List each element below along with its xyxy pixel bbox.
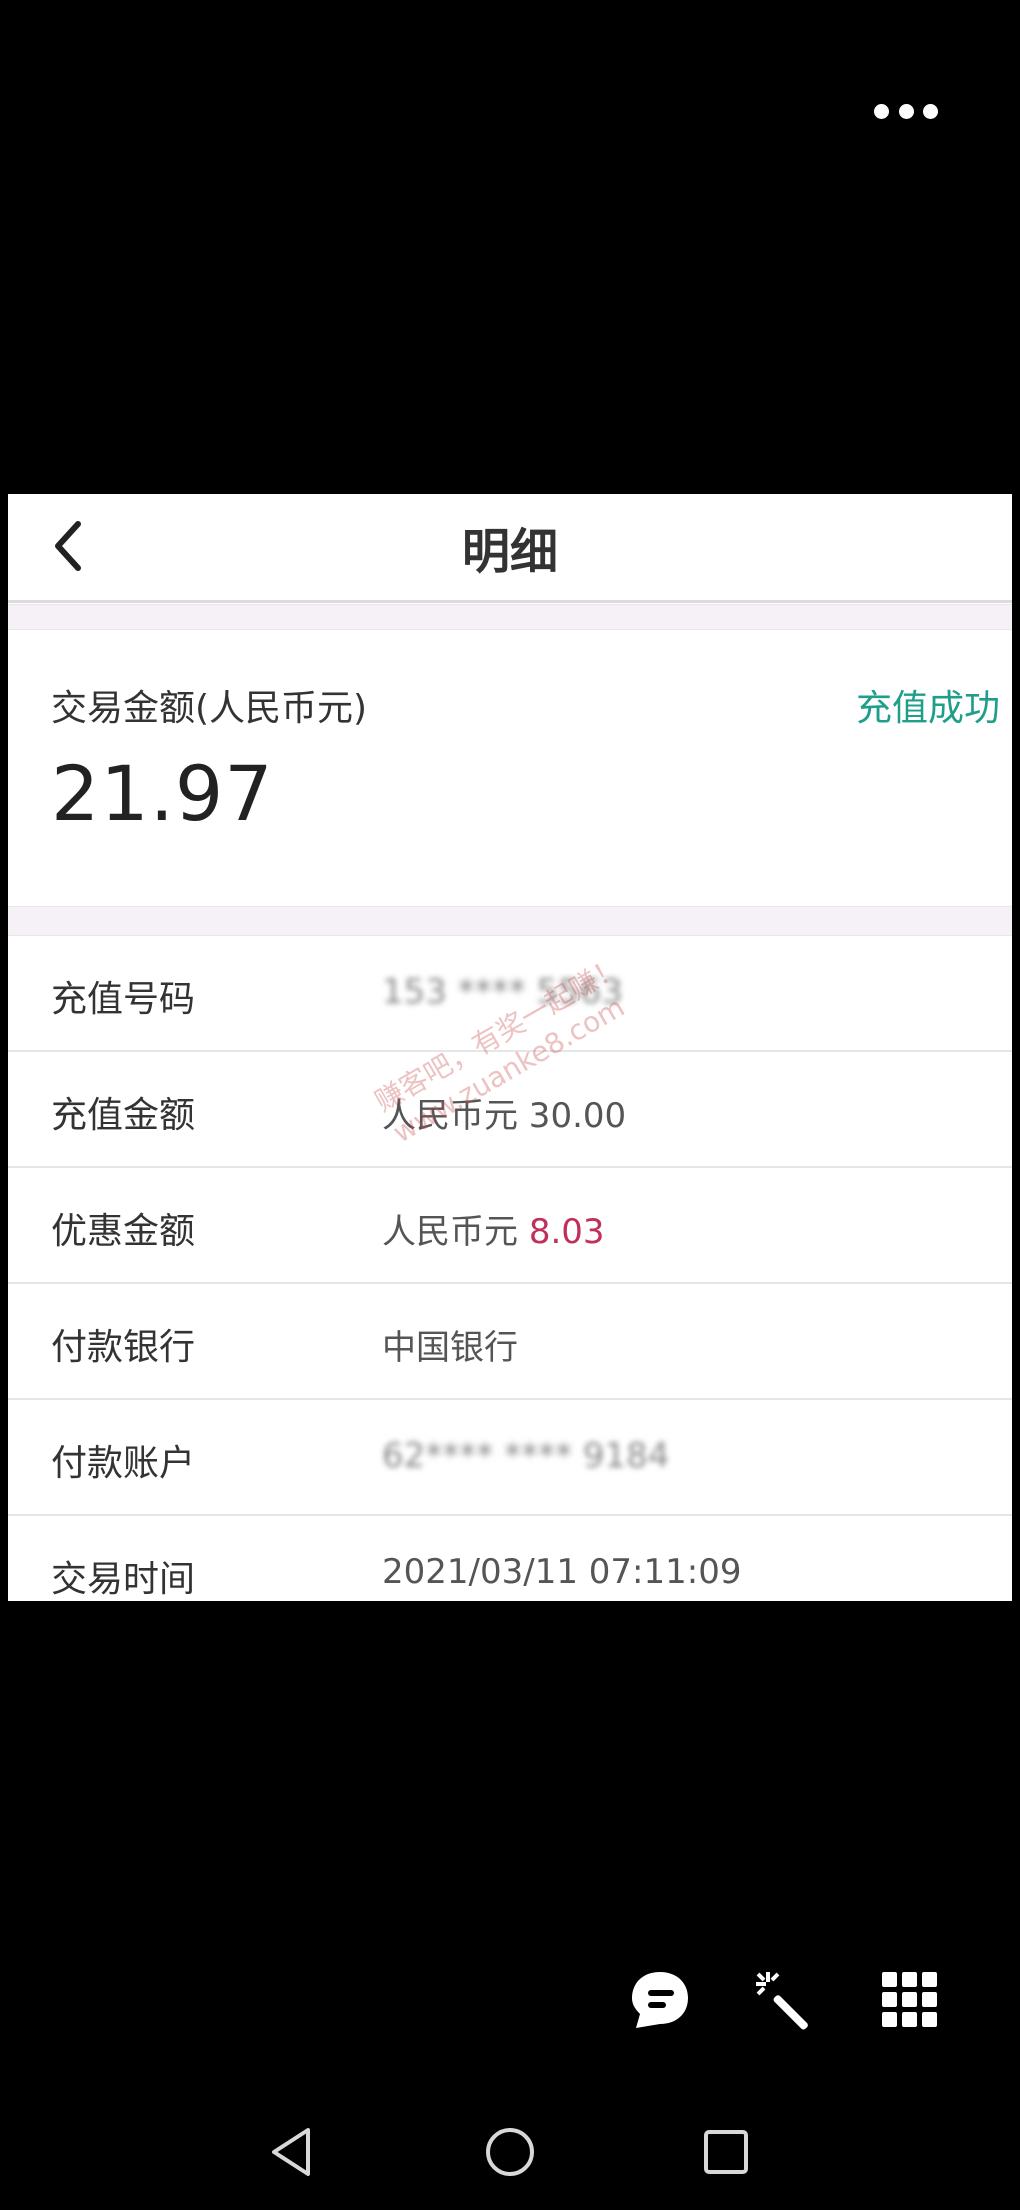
status-badge: 充值成功 — [855, 688, 1000, 729]
row-label: 充值号码 — [51, 979, 196, 1020]
more-dot — [898, 103, 914, 119]
row-label: 付款账户 — [51, 1443, 196, 1484]
chat-bubble-icon[interactable] — [628, 1968, 692, 2032]
detail-row-discount: 优惠金额 人民币元 8.03 — [8, 1168, 1012, 1284]
detail-row-bank: 付款银行 中国银行 — [8, 1284, 1012, 1400]
detail-list: 充值号码 153 **** 5563 充值金额 人民币元 30.00 优惠金额 … — [8, 936, 1012, 1601]
more-icon[interactable] — [874, 98, 938, 124]
discount-value: 8.03 — [528, 1212, 605, 1252]
row-value: 62**** **** 9184 — [382, 1436, 670, 1476]
row-value: 人民币元 30.00 — [382, 1096, 627, 1136]
row-value: 人民币元 8.03 — [382, 1204, 605, 1253]
divider-band — [8, 906, 1012, 936]
row-value: 153 **** 5563 — [382, 972, 624, 1012]
currency-label: 人民币元 — [382, 1212, 518, 1252]
row-value: 中国银行 — [382, 1328, 518, 1368]
back-triangle-icon[interactable] — [262, 2122, 322, 2182]
detail-row-account: 付款账户 62**** **** 9184 — [8, 1400, 1012, 1516]
grid-icon[interactable] — [878, 1968, 942, 2032]
row-label: 优惠金额 — [51, 1211, 196, 1252]
magic-wand-icon[interactable] — [752, 1968, 816, 2032]
page-title: 明细 — [461, 524, 558, 580]
row-label: 付款银行 — [51, 1327, 196, 1368]
more-dot — [923, 103, 938, 119]
amount-label: 交易金额(人民币元) — [51, 688, 368, 729]
row-label: 交易时间 — [51, 1559, 196, 1600]
detail-row-time: 交易时间 2021/03/11 07:11:09 — [8, 1516, 1012, 1601]
detail-card: 明细 交易金额(人民币元) 充值成功 21.97 充值号码 153 **** 5… — [8, 494, 1012, 1601]
amount-value: 21.97 — [51, 749, 274, 838]
row-value: 2021/03/11 07:11:09 — [382, 1552, 742, 1592]
recent-square-icon[interactable] — [696, 2122, 756, 2182]
row-label: 充值金额 — [51, 1095, 196, 1136]
divider-band — [8, 604, 1012, 630]
detail-row-recharge-amount: 充值金额 人民币元 30.00 — [8, 1052, 1012, 1168]
more-dot — [874, 103, 889, 119]
detail-row-phone: 充值号码 153 **** 5563 — [8, 936, 1012, 1052]
nav-bar: 明细 — [8, 494, 1012, 603]
home-circle-icon[interactable] — [480, 2122, 540, 2182]
